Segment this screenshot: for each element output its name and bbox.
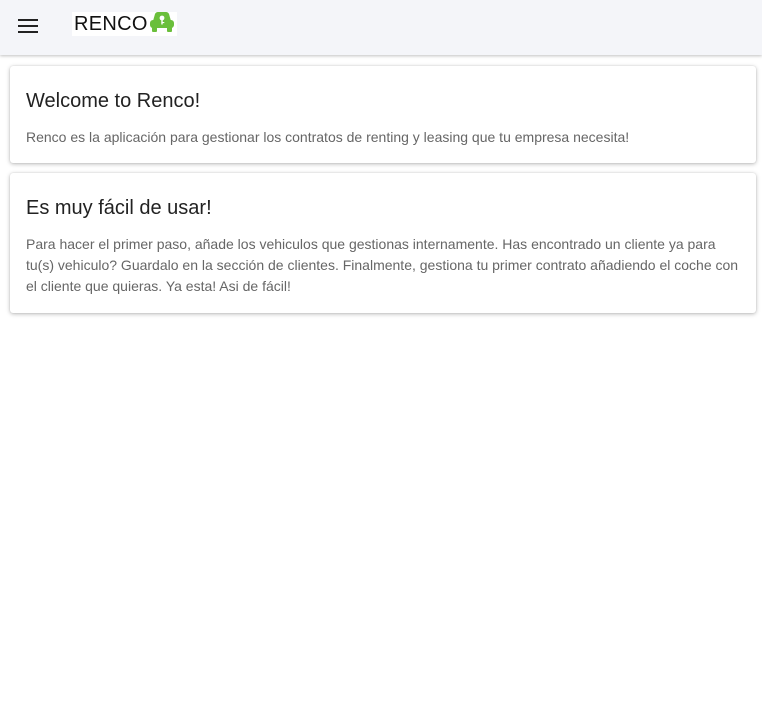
menu-button[interactable]	[10, 10, 46, 46]
top-toolbar: RENCO	[0, 0, 762, 55]
app-logo[interactable]: RENCO	[72, 11, 177, 38]
card-title: Welcome to Renco!	[26, 90, 201, 112]
card-title: Es muy fácil de usar!	[26, 197, 212, 219]
welcome-card: Welcome to Renco! Renco es la aplicación…	[10, 66, 756, 163]
card-text: Renco es la aplicación para gestionar lo…	[26, 129, 630, 145]
car-icon	[149, 11, 175, 38]
hamburger-menu-icon	[18, 18, 38, 38]
logo-text: RENCO	[74, 13, 148, 35]
how-to-card: Es muy fácil de usar! Para hacer el prim…	[10, 173, 756, 313]
main-content: Welcome to Renco! Renco es la aplicación…	[10, 66, 756, 323]
card-text: Para hacer el primer paso, añade los veh…	[26, 236, 739, 294]
